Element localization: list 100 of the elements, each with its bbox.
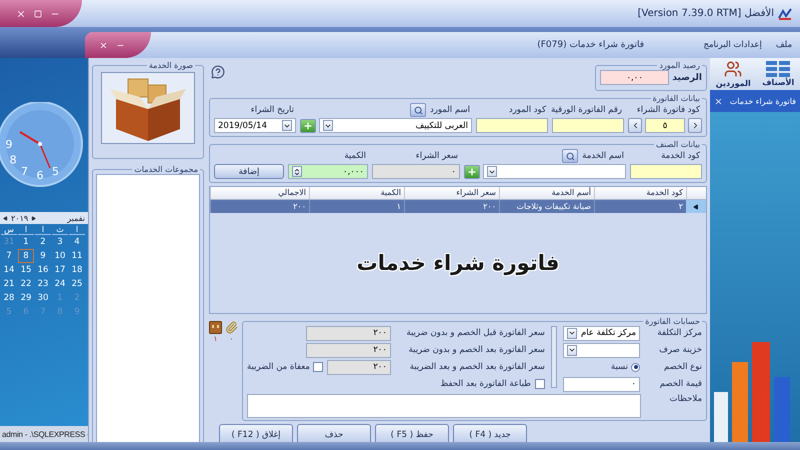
plus-icon [467, 166, 477, 176]
group-title: رصيد المورد [658, 61, 701, 70]
caret-icon [282, 120, 292, 131]
calendar-day[interactable]: 11 [69, 249, 85, 263]
window-title: الأفضل [Version 7.39.0 RTM] [638, 8, 774, 19]
total-field: ٢٠٠ [306, 342, 391, 358]
next-button[interactable] [688, 118, 702, 133]
shortcut-button[interactable]: الموردين [716, 60, 751, 88]
calendar-day[interactable]: 21 [1, 277, 17, 291]
clock-numeral: 6 [36, 169, 44, 182]
checkbox-label: معفاة من الضريبة [247, 362, 310, 372]
people-icon [724, 60, 742, 78]
add-button[interactable] [300, 118, 316, 132]
search-icon [414, 106, 422, 114]
calendar-day[interactable]: 30 [35, 291, 51, 305]
combo-box[interactable]: مركز تكلفة عام [562, 326, 640, 340]
combo-box[interactable]: العربى للتكييف [319, 118, 472, 133]
calendar-day[interactable]: 22 [18, 277, 34, 291]
calendar-day[interactable]: 17 [52, 263, 68, 277]
calendar-day[interactable]: 10 [52, 249, 68, 263]
radio-button[interactable] [631, 362, 640, 372]
group-title: بيانات الفاتورة [652, 94, 701, 103]
calendar-day[interactable]: 9 [35, 249, 51, 263]
document-title: فاتورة شراء خدمات (F079) [537, 40, 645, 50]
field-label: مركز التكلفة [656, 328, 702, 338]
previous-button[interactable] [628, 118, 642, 133]
calendar-day[interactable]: 23 [35, 277, 51, 291]
search-icon [566, 152, 575, 160]
calendar-day[interactable]: 16 [35, 263, 51, 277]
add-button[interactable] [464, 164, 480, 178]
next-year-icon[interactable] [3, 216, 8, 220]
checkbox[interactable] [312, 362, 323, 372]
row-pointer-icon [693, 204, 699, 210]
maximize-button[interactable] [34, 10, 42, 18]
group-title: حسابات الفاتورة [644, 317, 701, 326]
calendar-day[interactable]: 1 [18, 235, 34, 249]
menu-item[interactable]: ملف [776, 40, 792, 50]
close-icon[interactable] [714, 96, 723, 106]
caret-icon [323, 120, 333, 131]
status-text: admin - .\SQLEXPRESS - [0, 426, 88, 442]
checkbox-label: طباعة الفاتورة بعد الحفظ [440, 379, 531, 389]
calendar-day[interactable]: 3 [52, 235, 68, 249]
balance-label: الرصيد [672, 72, 702, 82]
calendar-day[interactable]: 2 [35, 235, 51, 249]
caret-icon [566, 328, 577, 338]
combo-box[interactable] [562, 342, 640, 358]
search-button[interactable] [410, 103, 426, 117]
help-icon[interactable] [211, 65, 225, 79]
text-field[interactable] [552, 118, 624, 133]
total-label: سعر الفاتورة بعد الخصم و بعد الضريبة [408, 362, 545, 372]
weekday-label: ث [52, 225, 68, 235]
field-label: الكمية [344, 151, 367, 161]
calendar-day[interactable]: 25 [69, 277, 85, 291]
weekday-label: س [1, 225, 17, 235]
calendar-day[interactable]: 4 [69, 235, 85, 249]
balance-field: ٠,٠٠ [600, 70, 670, 85]
invoice-code-field[interactable]: ٥ [645, 118, 685, 133]
add-button[interactable]: إضافة [214, 164, 284, 179]
checkbox[interactable] [534, 379, 545, 389]
box-icon[interactable] [209, 321, 222, 334]
close-icon [16, 8, 26, 18]
weekday-label: ا [69, 225, 85, 235]
date-field[interactable]: 2019/05/14 [214, 118, 296, 133]
list-icon [766, 61, 790, 77]
document-tab[interactable]: فاتورة شراء خدمات [710, 90, 800, 112]
text-field[interactable] [476, 118, 548, 133]
field-label: كود المورد [508, 105, 547, 115]
calendar-day[interactable]: 15 [18, 263, 34, 277]
previous-year-icon[interactable] [31, 216, 36, 220]
column-header: الكمية [309, 187, 404, 199]
field-label: ملاحظات [668, 394, 702, 404]
close-icon [99, 40, 108, 50]
calendar-day[interactable]: 18 [69, 263, 85, 277]
calendar-day[interactable]: 24 [52, 277, 68, 291]
quantity-field[interactable]: ٠,٠٠٠ [288, 164, 368, 179]
close-button[interactable] [16, 8, 26, 18]
paperclip-icon[interactable] [225, 321, 238, 334]
clock-numeral: 5 [52, 164, 59, 178]
field-label: كود الخدمة [661, 151, 701, 161]
calendar-day[interactable]: 29 [18, 291, 34, 305]
close-button[interactable] [99, 40, 108, 50]
table-cell: ٢٠٠ [404, 200, 499, 213]
calendar-day[interactable]: 14 [1, 263, 17, 277]
table-row[interactable]: ٢ صيانة تكييفات وثلاجات ٢٠٠ ١ ٢٠٠ [210, 200, 706, 213]
calendar-year: ٢٠١٩ [11, 214, 28, 222]
text-field[interactable] [630, 164, 702, 179]
calendar-day[interactable]: 8 [18, 249, 34, 263]
discount-field[interactable]: ٠ [562, 376, 640, 392]
notes-field[interactable] [247, 394, 641, 418]
search-button[interactable] [562, 149, 578, 163]
field-label: اسم المورد [430, 105, 471, 115]
shortcut-button[interactable]: الأصناف [762, 61, 794, 87]
calendar-day[interactable]: 7 [1, 249, 17, 263]
caret-icon [487, 166, 497, 177]
field-label: خزينة صرف [658, 345, 702, 355]
clock-numeral: 8 [10, 154, 17, 166]
calendar-day[interactable]: 28 [1, 291, 17, 305]
menu-item[interactable]: إعدادات البرنامج [704, 40, 762, 50]
table-cell: صيانة تكييفات وثلاجات [499, 200, 594, 213]
spinner-icon[interactable] [292, 166, 302, 177]
